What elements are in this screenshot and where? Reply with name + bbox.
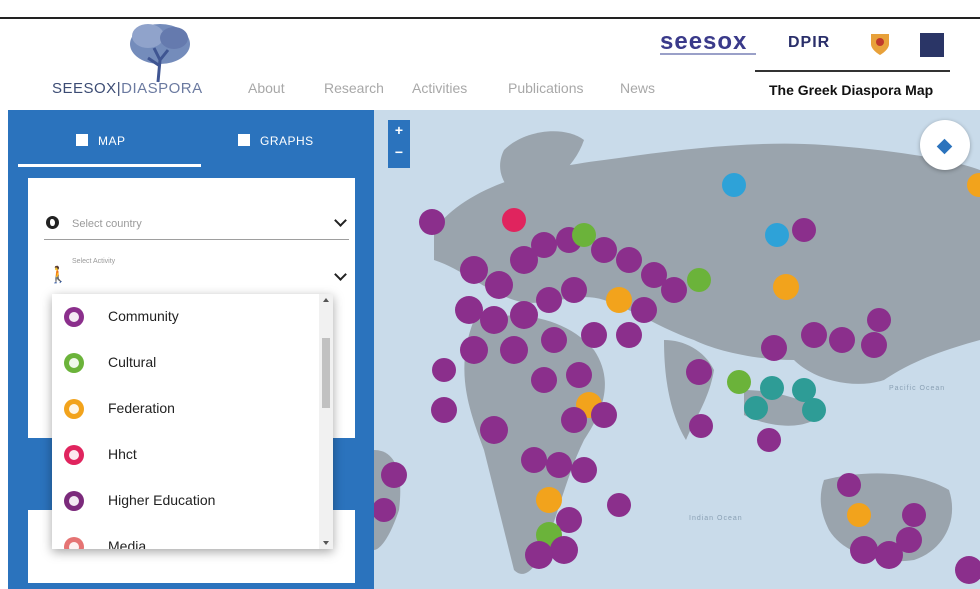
world-map[interactable]: + − Pacific Ocean Indian Ocean: [374, 110, 980, 589]
logo-wordmark: SEESOX|DIASPORA: [52, 80, 203, 97]
map-landmass: [374, 131, 980, 584]
federation-icon: [64, 399, 84, 419]
scroll-up-icon[interactable]: [323, 298, 329, 302]
logo-part2: DIASPORA: [121, 80, 203, 97]
seesox-logo[interactable]: seesox: [660, 28, 747, 56]
chevron-down-icon: [334, 214, 347, 227]
dpir-logo[interactable]: DPIR: [788, 34, 830, 52]
nav-news[interactable]: News: [620, 80, 655, 96]
globe-icon: [46, 216, 59, 229]
tab-graphs[interactable]: GRAPHS: [238, 110, 328, 164]
media-icon: [64, 537, 84, 549]
bar-chart-icon: [238, 134, 250, 146]
option-label: Higher Education: [108, 492, 216, 508]
oxford-university-logo[interactable]: [920, 33, 944, 57]
country-select[interactable]: Select country: [44, 210, 349, 240]
option-label: Hhct: [108, 446, 137, 462]
option-label: Federation: [108, 400, 175, 416]
tab-greek-diaspora-map[interactable]: The Greek Diaspora Map: [755, 70, 950, 106]
tab-graphs-label: GRAPHS: [260, 134, 314, 148]
option-label: Community: [108, 308, 179, 324]
option-federation[interactable]: Federation: [52, 386, 317, 432]
nav-research[interactable]: Research: [324, 80, 384, 96]
zoom-out-button[interactable]: −: [388, 144, 410, 160]
select-underline: [44, 239, 349, 240]
panel-tabs: MAP GRAPHS: [8, 110, 374, 168]
nav-activities[interactable]: Activities: [412, 80, 467, 96]
tab-map-label: MAP: [98, 134, 126, 148]
option-community[interactable]: Community: [52, 294, 317, 340]
option-media[interactable]: Media: [52, 524, 317, 549]
nav-about[interactable]: About: [248, 80, 285, 96]
walking-person-icon: 🚶: [48, 267, 68, 284]
graduation-cap-icon: [64, 491, 84, 511]
option-higher-education[interactable]: Higher Education: [52, 478, 317, 524]
indian-ocean-label: Indian Ocean: [689, 515, 743, 522]
option-label: Media: [108, 538, 147, 549]
hhct-icon: [64, 445, 84, 465]
map-icon: [76, 134, 88, 146]
pacific-ocean-label: Pacific Ocean: [889, 385, 946, 392]
scroll-down-icon[interactable]: [323, 541, 329, 545]
active-tab-indicator: [18, 164, 201, 167]
tab-greek-diaspora-map-label: The Greek Diaspora Map: [769, 82, 934, 98]
cultural-icon: [64, 353, 84, 373]
seesox-logo-rule: [660, 53, 756, 55]
community-icon: [64, 307, 84, 327]
zoom-in-button[interactable]: +: [388, 122, 410, 138]
tree-logo-icon: [130, 24, 190, 83]
option-hhct[interactable]: Hhct: [52, 432, 317, 478]
tab-map[interactable]: MAP: [76, 110, 156, 164]
zoom-control: + −: [388, 120, 410, 168]
activity-select[interactable]: Select Activity 🚶: [44, 258, 349, 290]
activity-select-label: Select Activity: [72, 258, 116, 265]
activity-dropdown[interactable]: Community Cultural Federation Hhct Highe…: [52, 294, 333, 549]
chevron-down-icon: [334, 268, 347, 281]
top-rule: [0, 17, 980, 19]
dropdown-scrollbar[interactable]: [319, 294, 333, 549]
seesox-diaspora-logo[interactable]: SEESOX|DIASPORA: [40, 22, 225, 102]
logo-part1: SEESOX: [52, 80, 117, 97]
nav-publications[interactable]: Publications: [508, 80, 584, 96]
option-cultural[interactable]: Cultural: [52, 340, 317, 386]
option-label: Cultural: [108, 354, 157, 370]
country-select-placeholder: Select country: [72, 218, 142, 230]
college-crest-icon[interactable]: [870, 32, 890, 56]
scrollbar-thumb[interactable]: [322, 338, 330, 408]
layers-button[interactable]: [920, 120, 970, 170]
